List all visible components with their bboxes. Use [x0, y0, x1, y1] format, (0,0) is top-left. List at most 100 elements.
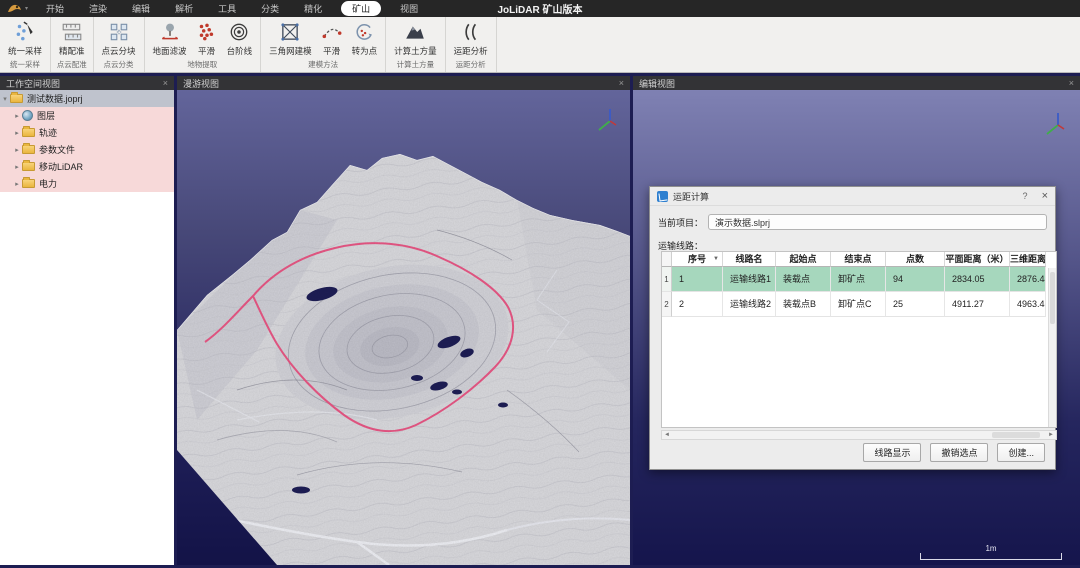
scale-bar-label: 1m: [920, 544, 1062, 553]
cell-start-point[interactable]: 装载点: [776, 267, 831, 292]
ribbon-group-extraction: 地面滤波 平滑 台阶线 地物提取: [145, 17, 262, 72]
create-button[interactable]: 创建...: [997, 443, 1045, 462]
cell-index[interactable]: 1: [672, 267, 723, 292]
cloud-tiling-label: 点云分块: [102, 45, 136, 57]
table-horizontal-scrollbar[interactable]: ◄ ►: [661, 430, 1057, 440]
cell-3d-distance[interactable]: 2876.44: [1010, 267, 1046, 292]
app-logo[interactable]: [6, 2, 24, 15]
tree-item-label: 图层: [37, 109, 55, 122]
col-header-point-count[interactable]: 点数: [886, 252, 945, 267]
table-row[interactable]: 2 2 运输线路2 装载点B 卸矿点C 25 4911.27 4963.48: [662, 292, 1056, 317]
tree-item-mobile-lidar[interactable]: ▸ 移动LiDAR: [0, 158, 174, 175]
logo-dropdown-caret[interactable]: ▾: [25, 5, 28, 12]
cell-planar-distance[interactable]: 4911.27: [945, 292, 1010, 317]
col-header-planar-distance[interactable]: 平面距离（米）: [945, 252, 1010, 267]
scrollbar-thumb[interactable]: [992, 432, 1040, 438]
unified-sampling-icon: [13, 20, 37, 44]
cloud-tiling-button[interactable]: 点云分块: [98, 19, 140, 58]
ribbon-toolbar: 统一采样 统一采样 精配准 点云配准 点云分块 点云分类: [0, 17, 1080, 73]
dialog-route-icon: [657, 191, 668, 202]
tree-item-layers[interactable]: ▸ 图层: [0, 107, 174, 124]
cell-point-count[interactable]: 25: [886, 292, 945, 317]
menu-item-view[interactable]: 视图: [394, 1, 424, 16]
cell-end-point[interactable]: 卸矿点C: [831, 292, 886, 317]
cell-route-name[interactable]: 运输线路1: [723, 267, 776, 292]
col-header-3d-distance[interactable]: 三维距离（米）: [1010, 252, 1046, 267]
menu-item-tools[interactable]: 工具: [212, 1, 242, 16]
scroll-right-arrow-icon[interactable]: ►: [1046, 431, 1056, 439]
tree-item-label: 电力: [39, 177, 57, 190]
col-header-start-point[interactable]: 起始点: [776, 252, 831, 267]
bench-line-button[interactable]: 台阶线: [223, 19, 257, 58]
menu-item-refine[interactable]: 精化: [298, 1, 328, 16]
haul-analysis-button[interactable]: 运距分析: [450, 19, 492, 58]
col-header-index[interactable]: 序号▼: [672, 252, 723, 267]
dialog-close-icon[interactable]: ×: [1042, 191, 1048, 202]
roam-panel-title: 漫游视图: [183, 77, 219, 90]
scrollbar-thumb[interactable]: [1050, 272, 1055, 324]
axis-gizmo-icon[interactable]: [1044, 110, 1072, 138]
smooth-curve-button[interactable]: 平滑: [316, 19, 348, 58]
ribbon-group-volume: 计算土方量 计算土方量: [386, 17, 446, 72]
cell-start-point[interactable]: 装载点B: [776, 292, 831, 317]
menu-item-classify[interactable]: 分类: [255, 1, 285, 16]
edit-close-icon[interactable]: ×: [1069, 79, 1074, 88]
to-points-button[interactable]: 转为点: [348, 19, 382, 58]
tree-item-power[interactable]: ▸ 电力: [0, 175, 174, 192]
col-header-end-point[interactable]: 结束点: [831, 252, 886, 267]
row-header-cell[interactable]: 2: [662, 292, 672, 317]
ribbon-group-modeling: 三角网建模 平滑 转为点 建模方法: [261, 17, 386, 72]
to-points-label: 转为点: [352, 45, 378, 57]
menu-item-analyze[interactable]: 解析: [169, 1, 199, 16]
ribbon-group-sampling: 统一采样 统一采样: [0, 17, 51, 72]
scroll-left-arrow-icon[interactable]: ◄: [662, 431, 672, 439]
cell-3d-distance[interactable]: 4963.48: [1010, 292, 1046, 317]
dialog-help-icon[interactable]: ?: [1023, 191, 1042, 201]
workspace-tree: ▾ 测试数据.joprj ▸ 图层 ▸ 轨迹 ▸ 参数文件 ▸ 移动LiDAR …: [0, 90, 174, 565]
menu-item-edit[interactable]: 编辑: [126, 1, 156, 16]
tree-item-label: 移动LiDAR: [39, 160, 83, 173]
expander-icon[interactable]: ▸: [12, 146, 22, 154]
table-row[interactable]: 1 1 运输线路1 装载点 卸矿点 94 2834.05 2876.44: [662, 267, 1056, 292]
roam-close-icon[interactable]: ×: [619, 79, 624, 88]
tin-modeling-button[interactable]: 三角网建模: [265, 19, 316, 58]
tree-item-parameter-files[interactable]: ▸ 参数文件: [0, 141, 174, 158]
menu-item-render[interactable]: 渲染: [83, 1, 113, 16]
expander-icon[interactable]: ▾: [0, 95, 10, 103]
dialog-titlebar[interactable]: 运距计算 ? ×: [650, 187, 1055, 206]
cell-end-point[interactable]: 卸矿点: [831, 267, 886, 292]
cell-index[interactable]: 2: [672, 292, 723, 317]
expander-icon[interactable]: ▸: [12, 163, 22, 171]
roam-panel-header: 漫游视图 ×: [177, 76, 630, 90]
cell-point-count[interactable]: 94: [886, 267, 945, 292]
corner-header-cell[interactable]: [662, 252, 672, 267]
roam-viewport[interactable]: [177, 90, 630, 565]
expander-icon[interactable]: ▸: [12, 129, 22, 137]
row-header-cell[interactable]: 1: [662, 267, 672, 292]
axis-gizmo-icon[interactable]: [596, 106, 624, 134]
tree-item-trajectory[interactable]: ▸ 轨迹: [0, 124, 174, 141]
menu-item-mine[interactable]: 矿山: [341, 1, 381, 16]
fine-registration-button[interactable]: 精配准: [55, 19, 89, 58]
smooth-points-button[interactable]: 平滑: [191, 19, 223, 58]
earthwork-volume-button[interactable]: 计算土方量: [390, 19, 441, 58]
ribbon-group-tiling: 点云分块 点云分类: [94, 17, 145, 72]
haul-analysis-label: 运距分析: [454, 45, 488, 57]
expander-icon[interactable]: ▸: [12, 180, 22, 188]
edit-viewport[interactable]: 1m 运距计算 ? × 当前项目： 运输线路： 序号▼ 线路名 起: [633, 90, 1080, 565]
ground-filter-button[interactable]: 地面滤波: [149, 19, 191, 58]
workspace-close-icon[interactable]: ×: [163, 79, 168, 88]
current-project-input[interactable]: [708, 214, 1047, 230]
expander-icon[interactable]: ▸: [12, 112, 22, 120]
unified-sampling-button[interactable]: 统一采样: [4, 19, 46, 58]
col-header-route-name[interactable]: 线路名: [723, 252, 776, 267]
undo-selection-button[interactable]: 撤销选点: [930, 443, 988, 462]
cell-route-name[interactable]: 运输线路2: [723, 292, 776, 317]
tree-item-project-root[interactable]: ▾ 测试数据.joprj: [0, 90, 174, 107]
to-points-icon: [352, 20, 376, 44]
table-vertical-scrollbar[interactable]: [1048, 268, 1056, 427]
cell-planar-distance[interactable]: 2834.05: [945, 267, 1010, 292]
tree-item-label: 参数文件: [39, 143, 75, 156]
route-display-button[interactable]: 线路显示: [863, 443, 921, 462]
menu-item-start[interactable]: 开始: [40, 1, 70, 16]
